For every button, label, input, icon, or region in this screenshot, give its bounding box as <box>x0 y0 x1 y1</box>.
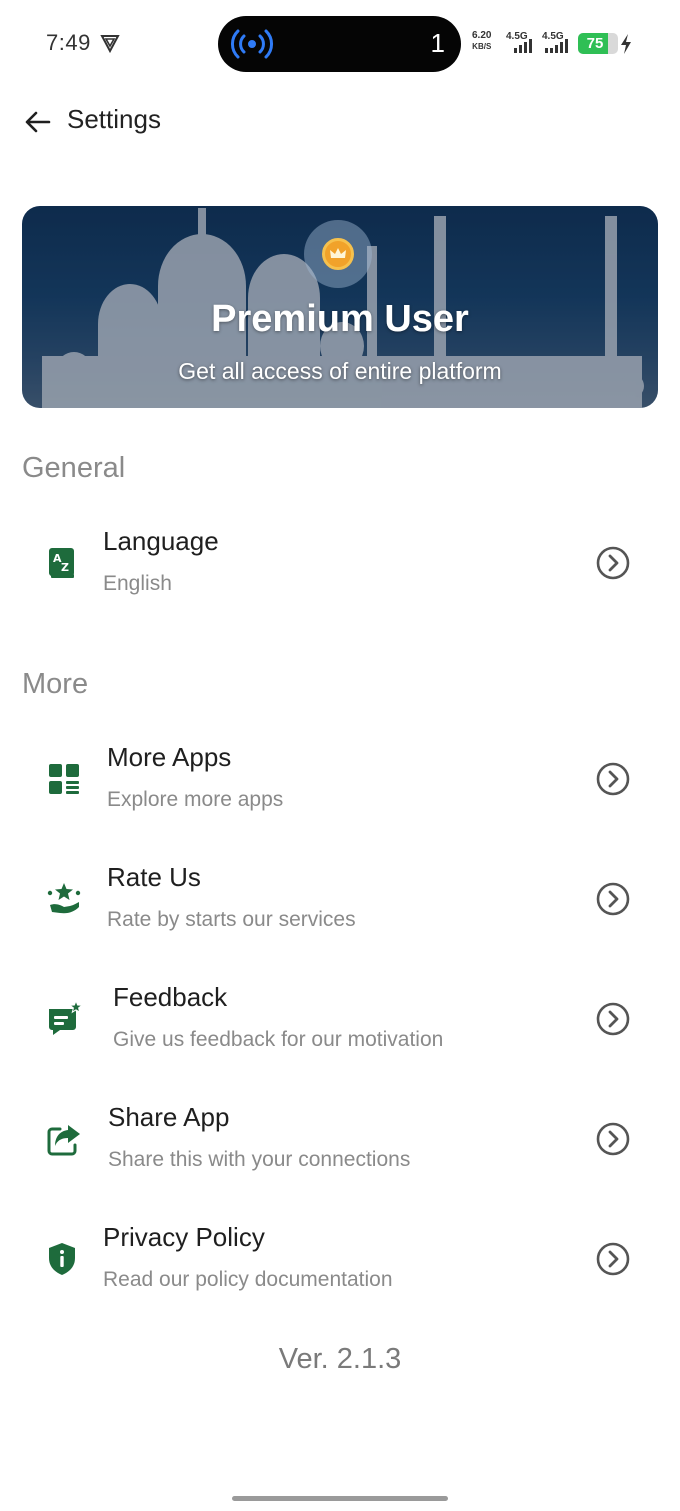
charging-bolt-icon <box>621 34 631 54</box>
settings-item-share-app[interactable]: Share App Share this with your connectio… <box>0 1084 680 1194</box>
item-title: Feedback <box>113 982 228 1012</box>
chevron-right-circle-icon[interactable] <box>595 1121 631 1157</box>
settings-item-feedback[interactable]: Feedback Give us feedback for our motiva… <box>0 964 680 1074</box>
signal-indicator-2: 4.5G <box>542 31 572 55</box>
vpn-shield-icon <box>100 35 120 53</box>
network-speed-value: 6.20 <box>472 30 492 41</box>
chevron-right-circle-icon[interactable] <box>595 761 631 797</box>
item-subtitle: Read our policy documentation <box>103 1268 393 1291</box>
premium-subtitle: Get all access of entire platform <box>178 358 502 384</box>
rate-stars-hand-icon <box>47 883 81 914</box>
item-subtitle: Explore more apps <box>107 788 284 811</box>
battery-percent: 75 <box>586 35 604 52</box>
network-speed: 6.20 KB/S <box>472 31 491 52</box>
svg-text:Z: Z <box>61 561 69 574</box>
battery-indicator: 75 <box>578 33 618 54</box>
back-arrow-icon[interactable] <box>22 106 54 138</box>
dynamic-island[interactable]: 1 <box>218 16 461 72</box>
item-subtitle: Give us feedback for our motivation <box>113 1028 444 1051</box>
crown-coin-icon <box>322 238 354 270</box>
premium-badge <box>304 220 372 288</box>
chevron-right-circle-icon[interactable] <box>595 1001 631 1037</box>
broadcast-icon <box>231 29 273 59</box>
status-bar: 7:49 1 6.20 KB/S 4.5G 4.5G 75 <box>0 0 680 88</box>
apps-grid-icon <box>49 764 79 794</box>
shield-info-icon <box>49 1243 75 1275</box>
settings-item-language[interactable]: A Z Language English <box>0 508 680 618</box>
item-title: Language <box>103 526 219 556</box>
section-title-general: General <box>22 452 126 484</box>
translate-icon: A Z <box>49 548 74 578</box>
home-indicator[interactable] <box>232 1496 448 1501</box>
item-subtitle: Share this with your connections <box>108 1148 411 1171</box>
network-speed-unit: KB/S <box>472 42 492 51</box>
page-title: Settings <box>67 104 161 134</box>
app-header: Settings <box>0 96 680 144</box>
signal-indicator-1: 4.5G <box>506 31 536 55</box>
chevron-right-circle-icon[interactable] <box>595 1241 631 1277</box>
chevron-right-circle-icon[interactable] <box>595 545 631 581</box>
status-time: 7:49 <box>46 30 91 55</box>
section-title-more: More <box>22 668 89 700</box>
feedback-chat-icon <box>49 1001 82 1035</box>
item-title: Privacy Policy <box>103 1222 265 1252</box>
crown-icon <box>330 248 346 258</box>
signal-bars-icon <box>545 39 568 53</box>
item-subtitle: Rate by starts our services <box>107 908 356 931</box>
settings-item-privacy-policy[interactable]: Privacy Policy Read our policy documenta… <box>0 1204 680 1314</box>
settings-item-more-apps[interactable]: More Apps Explore more apps <box>0 724 680 834</box>
settings-item-rate-us[interactable]: Rate Us Rate by starts our services <box>0 844 680 954</box>
app-version: Ver. 2.1.3 <box>278 1343 402 1375</box>
item-title: More Apps <box>107 742 232 772</box>
premium-banner[interactable]: Premium User Get all access of entire pl… <box>22 206 658 408</box>
item-subtitle: English <box>103 572 172 595</box>
signal-bars-icon <box>514 39 532 53</box>
item-title: Share App <box>108 1102 230 1132</box>
island-count: 1 <box>430 28 445 58</box>
premium-title: Premium User <box>211 298 469 340</box>
item-title: Rate Us <box>107 862 201 892</box>
chevron-right-circle-icon[interactable] <box>595 881 631 917</box>
share-icon <box>47 1125 80 1156</box>
